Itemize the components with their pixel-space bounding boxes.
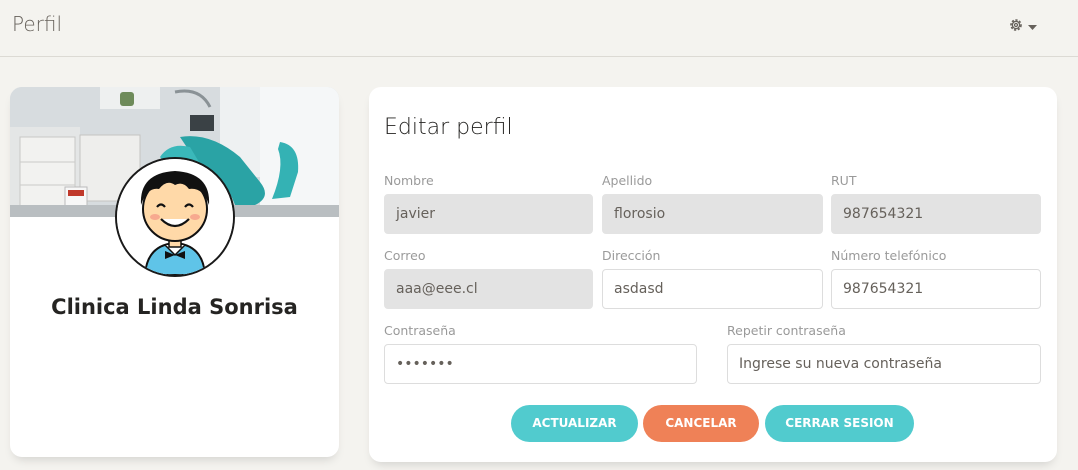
apellido-label: Apellido	[602, 173, 653, 188]
avatar	[115, 157, 235, 277]
rut-label: RUT	[831, 173, 857, 188]
telefono-input[interactable]: 987654321	[831, 269, 1041, 309]
update-button[interactable]: ACTUALIZAR	[511, 405, 638, 442]
rut-field[interactable]: 987654321	[831, 194, 1041, 234]
profile-card: Clinica Linda Sonrisa	[10, 87, 339, 457]
password-label: Contraseña	[384, 323, 456, 338]
direccion-input[interactable]: asdasd	[602, 269, 823, 309]
telefono-label: Número telefónico	[831, 248, 947, 263]
repeat-password-input[interactable]: Ingrese su nueva contraseña	[727, 344, 1041, 384]
repeat-password-label: Repetir contraseña	[727, 323, 846, 338]
logout-button[interactable]: CERRAR SESION	[765, 405, 914, 442]
nombre-label: Nombre	[384, 173, 434, 188]
edit-profile-title: Editar perfil	[384, 115, 513, 140]
page-title: Perfil	[12, 12, 63, 36]
caret-down-icon	[1028, 18, 1037, 36]
cancel-button[interactable]: CANCELAR	[643, 405, 759, 442]
nombre-field[interactable]: javier	[384, 194, 593, 234]
direccion-label: Dirección	[602, 248, 661, 263]
correo-label: Correo	[384, 248, 426, 263]
apellido-field[interactable]: florosio	[602, 194, 823, 234]
clinic-name: Clinica Linda Sonrisa	[51, 295, 298, 319]
edit-profile-card: Editar perfil Nombre javier Apellido flo…	[369, 87, 1057, 462]
gear-icon	[1008, 17, 1024, 38]
correo-field[interactable]: aaa@eee.cl	[384, 269, 593, 309]
password-input[interactable]: •••••••	[384, 344, 697, 384]
settings-dropdown-toggle[interactable]	[1008, 16, 1044, 38]
top-navbar: Perfil	[0, 0, 1078, 57]
